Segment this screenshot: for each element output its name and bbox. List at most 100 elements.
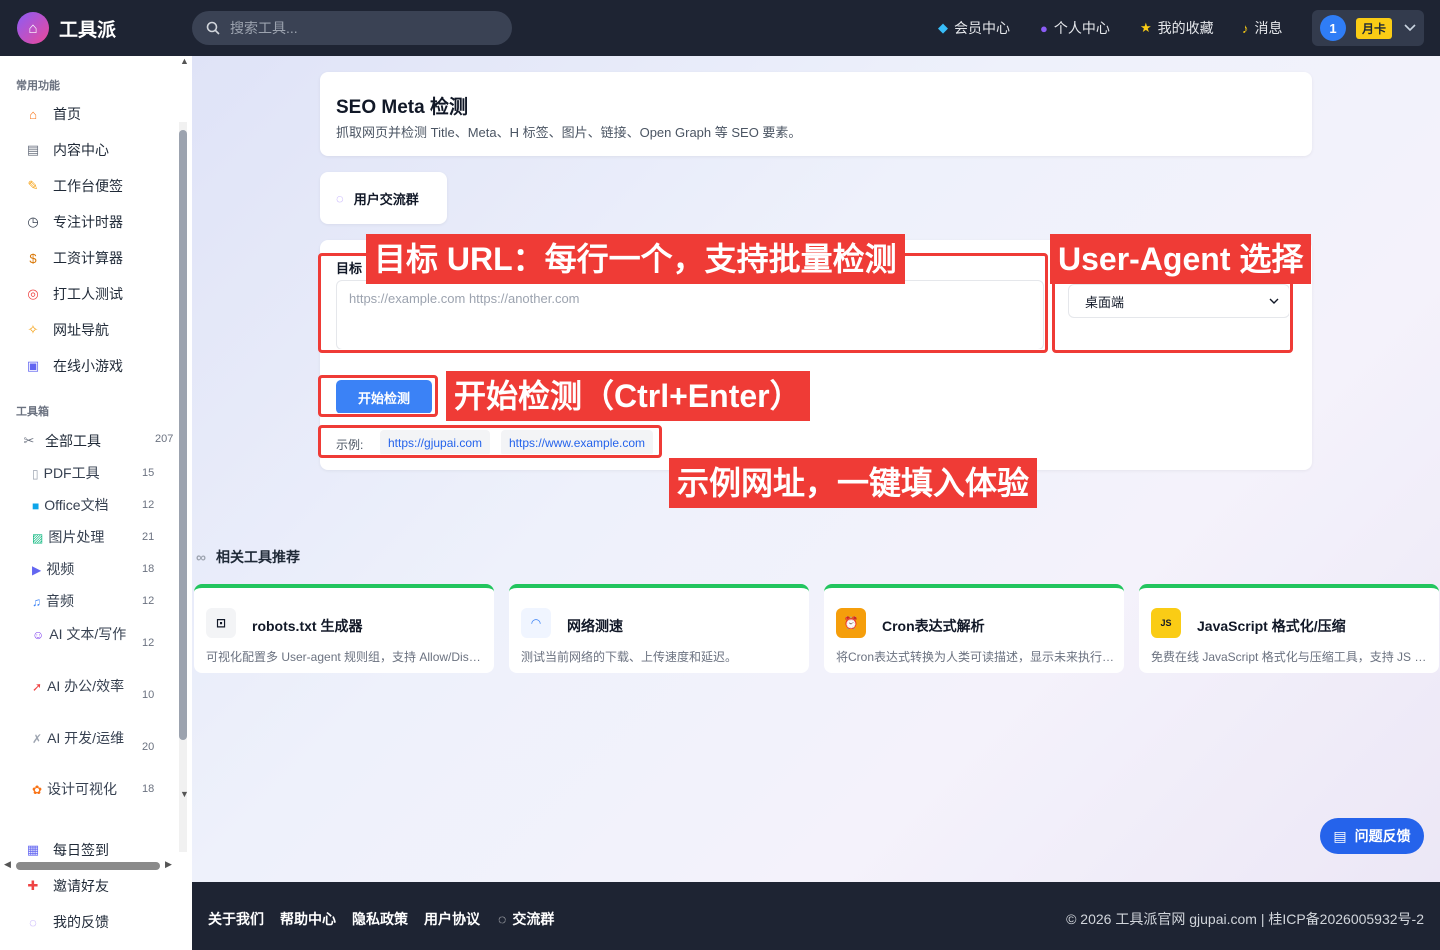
scrollbar-thumb[interactable] <box>179 130 187 740</box>
link-icon: ∞ <box>196 549 206 565</box>
tool-card-robots[interactable]: ⊡ robots.txt 生成器 可视化配置多 User-agent 规则组，支… <box>194 584 494 673</box>
nav-vip[interactable]: ◆ 会员中心 <box>938 0 1010 56</box>
sidebar-item-label: 首页 <box>53 106 81 122</box>
related-tools-title: ∞ 相关工具推荐 <box>196 547 300 567</box>
footer-link-group[interactable]: ◌ 交流群 <box>498 909 554 929</box>
scroll-right-icon[interactable]: ▶ <box>165 859 172 870</box>
feedback-button[interactable]: ▤ 问题反馈 <box>1320 818 1424 854</box>
tool-name: Cron表达式解析 <box>882 618 985 634</box>
category-label: 设计可视化 <box>47 781 118 797</box>
scroll-down-icon[interactable]: ▼ <box>180 789 189 799</box>
plan-badge: 月卡 <box>1356 17 1393 39</box>
sidebar-category-ai-dev[interactable]: ✗ AI 开发/运维 <box>32 728 132 749</box>
office-icon: ■ <box>32 499 40 513</box>
sidebar: 常用功能 ⌂ 首页 ▤ 内容中心 ✎ 工作台便签 ◷ 专注计时器 $ 工资计算器 ◎ 打工人… <box>0 56 192 950</box>
chat-icon: ◌ <box>29 914 37 930</box>
footer-link-help[interactable]: 帮助中心 <box>280 909 336 929</box>
annotation-box-start <box>318 375 438 417</box>
category-label: 音频 <box>46 593 74 609</box>
category-count: 12 <box>142 637 155 649</box>
user-menu[interactable]: 1 月卡 <box>1312 10 1424 46</box>
category-label: AI 开发/运维 <box>47 730 125 746</box>
target-icon: ◎ <box>27 286 39 301</box>
top-bar: ⌂ 工具派 ◆ 会员中心 ● 个人中心 ★ 我的收藏 ♪ 消息 1 月卡 <box>0 0 1440 56</box>
music-icon: ♫ <box>32 595 41 609</box>
page-title: SEO Meta 检测 <box>336 97 468 118</box>
bell-icon: ♪ <box>1242 20 1249 36</box>
sidebar-item-label: 内容中心 <box>53 142 109 158</box>
section-title-toolbox: 工具箱 <box>16 406 49 418</box>
document-icon: ▤ <box>1333 827 1347 844</box>
timer-icon: ◷ <box>27 214 39 229</box>
sidebar-item-invite[interactable]: ✚ 邀请好友 <box>24 876 109 896</box>
sidebar-item-content[interactable]: ▤ 内容中心 <box>24 140 109 160</box>
footer: 关于我们 帮助中心 隐私政策 用户协议 ◌ 交流群 © 2026 工具派官网 gj… <box>192 882 1440 950</box>
sidebar-item-notes[interactable]: ✎ 工作台便签 <box>24 176 123 196</box>
sidebar-item-all-tools[interactable]: ✂ 全部工具 <box>20 431 101 451</box>
home-icon: ⌂ <box>29 106 37 122</box>
nav-profile-label: 个人中心 <box>1053 20 1110 36</box>
page-subtitle: 抓取网页并检测 Title、Meta、H 标签、图片、链接、Open Graph… <box>336 125 802 140</box>
sidebar-item-label: 全部工具 <box>45 433 101 449</box>
feedback-label: 问题反馈 <box>1354 828 1411 844</box>
tool-description: 免费在线 JavaScript 格式化与压缩工具，支持 JS 代码美化 <box>1151 650 1431 664</box>
sidebar-item-home[interactable]: ⌂ 首页 <box>24 104 81 124</box>
nav-favorites-label: 我的收藏 <box>1157 20 1214 36</box>
sidebar-item-worker-test[interactable]: ◎ 打工人测试 <box>24 284 123 304</box>
nav-vip-label: 会员中心 <box>954 20 1010 36</box>
annotation-label-start: 开始检测（Ctrl+Enter） <box>446 371 810 421</box>
gift-icon: ✚ <box>27 878 39 893</box>
sidebar-item-salary[interactable]: $ 工资计算器 <box>24 248 123 268</box>
js-icon: JS <box>1151 608 1181 638</box>
sidebar-item-games[interactable]: ▣ 在线小游戏 <box>24 356 123 376</box>
footer-link-terms[interactable]: 用户协议 <box>424 909 480 929</box>
nav-messages-label: 消息 <box>1254 20 1283 36</box>
sidebar-item-label: 每日签到 <box>53 842 109 858</box>
user-group-label: 用户交流群 <box>353 191 419 207</box>
sidebar-horizontal-scrollbar[interactable]: ◀ ▶ <box>0 859 178 872</box>
sidebar-category-ai-writing[interactable]: ☺ AI 文本/写作 <box>32 624 132 645</box>
scroll-up-icon[interactable]: ▲ <box>180 56 189 66</box>
app-name: 工具派 <box>59 19 117 41</box>
sidebar-category-ai-office[interactable]: ➚ AI 办公/效率 <box>32 676 132 697</box>
sidebar-scrollbar[interactable] <box>179 122 187 852</box>
image-icon: ▨ <box>32 531 44 545</box>
sidebar-item-label: 工作台便签 <box>53 178 123 194</box>
calendar-icon: ▦ <box>26 842 40 857</box>
nav-messages[interactable]: ♪ 消息 <box>1242 0 1283 56</box>
pdf-icon: ▯ <box>32 467 39 481</box>
footer-link-privacy[interactable]: 隐私政策 <box>352 909 408 929</box>
nav-profile[interactable]: ● 个人中心 <box>1040 0 1110 56</box>
category-count: 18 <box>142 783 155 795</box>
footer-link-about[interactable]: 关于我们 <box>208 909 264 929</box>
category-count: 10 <box>142 689 155 701</box>
category-label: AI 文本/写作 <box>49 626 127 642</box>
category-count: 12 <box>142 499 155 511</box>
compass-icon: ✧ <box>27 322 39 337</box>
copyright: © 2026 工具派官网 gjupai.com | 桂ICP备202600593… <box>1066 911 1424 927</box>
logo-icon: ⌂ <box>17 12 49 44</box>
video-icon: ▶ <box>32 563 42 577</box>
scrollbar-thumb[interactable] <box>16 862 160 870</box>
sidebar-item-label: 打工人测试 <box>53 286 123 302</box>
sidebar-item-my-feedback[interactable]: ◌ 我的反馈 <box>24 912 109 932</box>
tool-card-speedtest[interactable]: ◠ 网络测速 测试当前网络的下载、上传速度和延迟。 <box>509 584 809 673</box>
speedometer-icon: ◠ <box>521 608 551 638</box>
nav-favorites[interactable]: ★ 我的收藏 <box>1140 0 1214 56</box>
sidebar-item-timer[interactable]: ◷ 专注计时器 <box>24 212 123 232</box>
search-input[interactable] <box>230 20 490 36</box>
chevron-down-icon <box>1404 24 1416 32</box>
sidebar-item-checkin[interactable]: ▦ 每日签到 <box>24 840 109 860</box>
sidebar-item-navigation[interactable]: ✧ 网址导航 <box>24 320 109 340</box>
category-count: 12 <box>142 595 155 607</box>
scroll-left-icon[interactable]: ◀ <box>4 859 11 870</box>
category-label: 视频 <box>46 561 75 577</box>
tool-card-js-format[interactable]: JS JavaScript 格式化/压缩 免费在线 JavaScript 格式化… <box>1139 584 1439 673</box>
user-group-button[interactable]: ◌ 用户交流群 <box>320 172 447 224</box>
tool-card-cron[interactable]: ⏰ Cron表达式解析 将Cron表达式转换为人类可读描述，显示未来执行时间 <box>824 584 1124 673</box>
category-label: PDF工具 <box>43 465 100 481</box>
logo[interactable]: ⌂ 工具派 <box>17 12 116 44</box>
tool-name: JavaScript 格式化/压缩 <box>1197 618 1346 634</box>
user-icon: ● <box>1040 20 1048 36</box>
money-bag-icon: $ <box>29 250 37 266</box>
